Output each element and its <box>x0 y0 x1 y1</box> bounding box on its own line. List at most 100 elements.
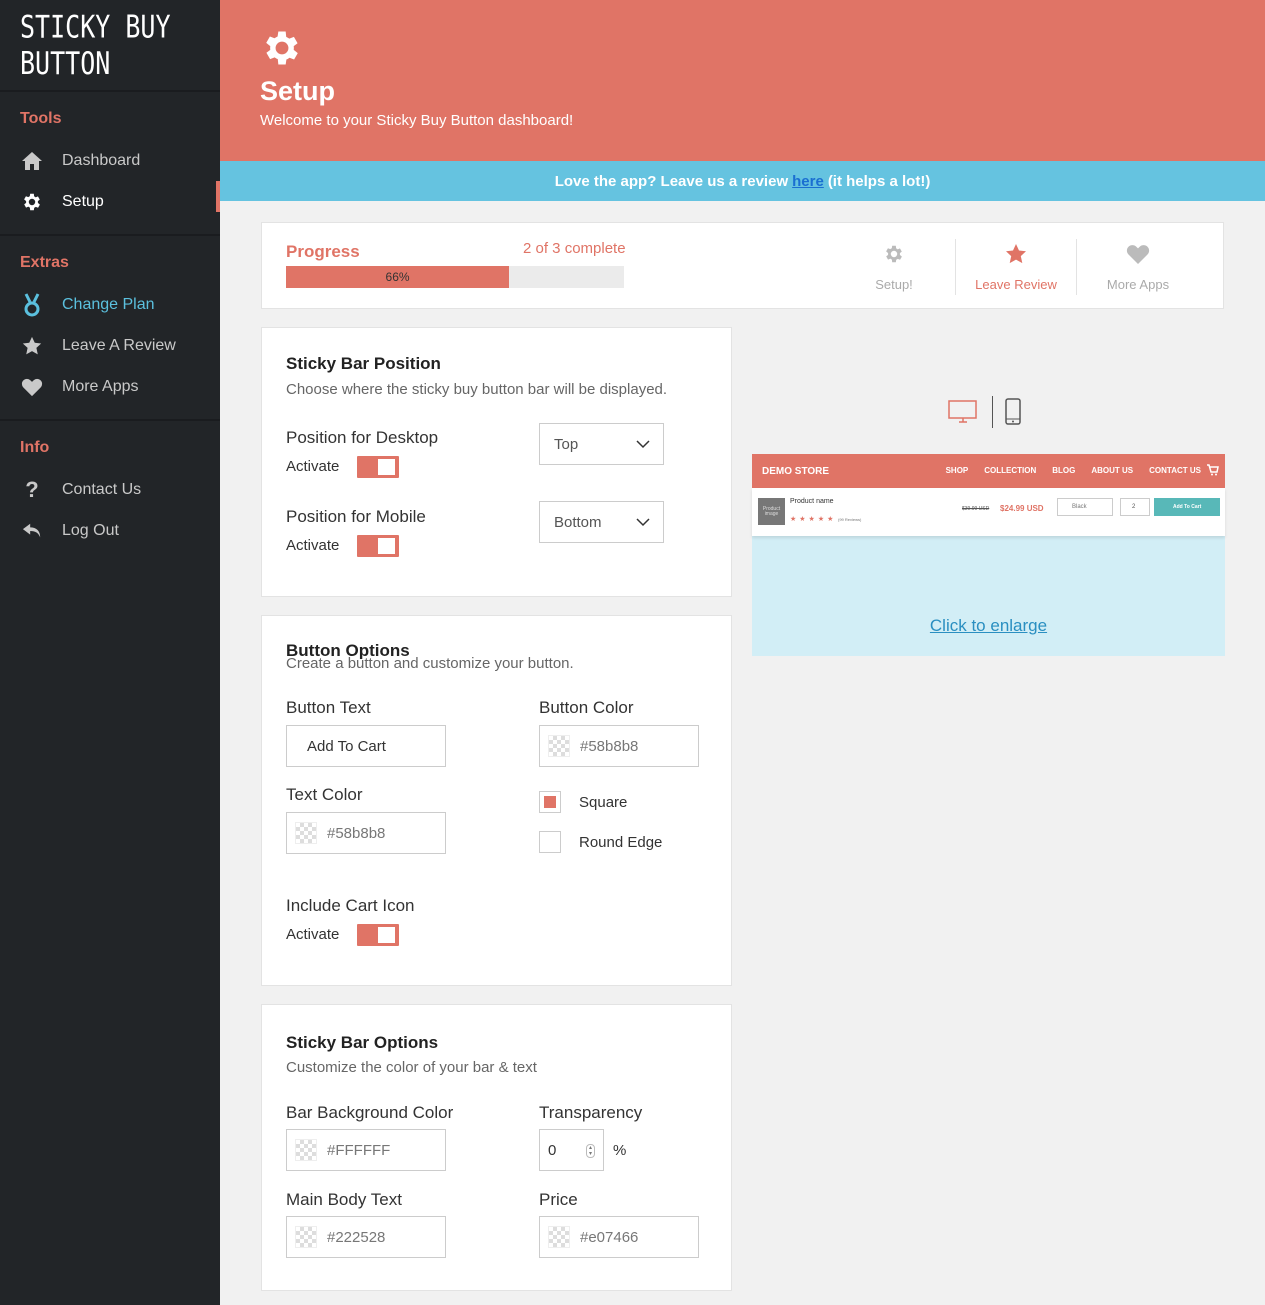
progress-bar: 66% <box>286 266 624 288</box>
select-value: Bottom <box>554 513 602 531</box>
step-more-apps[interactable]: More Apps <box>1078 239 1198 295</box>
price-label: Price <box>539 1190 578 1209</box>
page-header: Setup Welcome to your Sticky Buy Button … <box>220 0 1265 161</box>
sidebar-item-label: Dashboard <box>62 151 141 169</box>
percent-sign: % <box>613 1142 627 1159</box>
color-value: #e07466 <box>580 1228 639 1246</box>
color-value: #58b8b8 <box>580 737 639 755</box>
step-setup[interactable]: Setup! <box>834 239 954 295</box>
sidebar-item-label: Contact Us <box>62 480 142 498</box>
color-swatch[interactable] <box>548 735 570 757</box>
preview-panel[interactable]: DEMO STORE SHOP COLLECTION BLOG ABOUT US… <box>752 454 1225 656</box>
progress-fill: 66% <box>286 266 510 288</box>
demo-store-name: DEMO STORE <box>762 465 830 477</box>
sidebar-item-label: Setup <box>62 192 104 210</box>
demo-store-bar: DEMO STORE SHOP COLLECTION BLOG ABOUT US… <box>752 454 1225 488</box>
bar-options-panel: Sticky Bar Options Customize the color o… <box>261 1004 732 1291</box>
section-subtitle: Customize the color of your bar & text <box>286 1059 537 1076</box>
cart-icon-label: Include Cart Icon <box>286 896 415 915</box>
sidebar-item-more-apps[interactable]: More Apps <box>0 366 220 407</box>
sidebar-item-label: Change Plan <box>62 295 155 313</box>
desktop-icon[interactable] <box>948 400 978 429</box>
button-color-input[interactable]: #58b8b8 <box>539 725 699 767</box>
button-color-label: Button Color <box>539 698 634 717</box>
transparency-label: Transparency <box>539 1103 643 1122</box>
cart-icon-toggle[interactable] <box>357 924 399 946</box>
button-text-input[interactable]: Add To Cart <box>286 725 446 767</box>
step-label: Leave Review <box>975 277 1057 292</box>
progress-label: Progress <box>286 242 360 261</box>
color-swatch[interactable] <box>295 1226 317 1248</box>
activate-label: Activate <box>286 458 340 475</box>
activate-label: Activate <box>286 537 340 554</box>
button-options-panel: Button Options Create a button and custo… <box>261 615 732 986</box>
variant-select: Black <box>1057 498 1113 516</box>
select-value: Top <box>554 435 579 453</box>
sidebar-item-dashboard[interactable]: Dashboard <box>0 140 220 181</box>
page-subtitle: Welcome to your Sticky Buy Button dashbo… <box>260 112 574 129</box>
cart-icon <box>1207 464 1219 479</box>
square-checkbox[interactable] <box>539 791 561 813</box>
gear-icon <box>20 190 44 214</box>
transparency-input[interactable]: 0 ▴ ▾ <box>539 1129 604 1171</box>
product-thumbnail: Product image <box>758 498 785 525</box>
text-color-input[interactable]: #58b8b8 <box>286 812 446 854</box>
star-icon <box>20 334 44 358</box>
stepper-icon[interactable]: ▴ ▾ <box>586 1144 595 1158</box>
sidebar-item-change-plan[interactable]: Change Plan <box>0 284 220 325</box>
color-value: #222528 <box>327 1228 386 1246</box>
page-title: Setup <box>260 76 336 106</box>
demo-nav-item: SHOP <box>945 466 969 475</box>
gear-icon <box>834 239 954 269</box>
demo-product-row: Product image Product name ★★★★★ (99 Rev… <box>752 488 1225 536</box>
step-label: More Apps <box>1106 277 1170 292</box>
sidebar-item-label: Leave A Review <box>62 336 176 354</box>
bar-bg-input[interactable]: #FFFFFF <box>286 1129 446 1171</box>
sidebar-item-label: More Apps <box>62 377 139 395</box>
nav-section-info: Info ? Contact Us Log Out <box>0 421 220 563</box>
chevron-down-icon <box>635 436 651 456</box>
gear-icon <box>260 26 304 75</box>
nav-section-extras: Extras Change Plan Leave A Review More A… <box>0 236 220 421</box>
device-divider <box>992 396 993 428</box>
step-leave-review[interactable]: Leave Review <box>956 239 1076 295</box>
progress-count: 2 of 3 complete <box>523 240 626 257</box>
round-edge-checkbox[interactable] <box>539 831 561 853</box>
step-divider <box>1076 239 1077 295</box>
mobile-activate-toggle[interactable] <box>357 535 399 557</box>
chevron-down-icon <box>635 514 651 534</box>
device-toggle <box>948 396 1028 428</box>
enlarge-link[interactable]: Click to enlarge <box>752 616 1225 636</box>
activate-label: Activate <box>286 926 340 943</box>
position-panel: Sticky Bar Position Choose where the sti… <box>261 327 732 597</box>
review-banner-text: Love the app? Leave us a review <box>554 172 789 190</box>
sidebar: STICKY BUY BUTTON Tools Dashboard Setup … <box>0 0 220 1305</box>
color-swatch[interactable] <box>295 1139 317 1161</box>
sidebar-item-contact-us[interactable]: ? Contact Us <box>0 469 220 510</box>
number-value: 0 <box>548 1141 557 1159</box>
demo-nav-item: COLLECTION <box>984 466 1037 475</box>
review-link[interactable]: here <box>792 173 824 190</box>
progress-panel: Progress 2 of 3 complete 66% Setup! Leav… <box>261 222 1224 309</box>
demo-nav: SHOP COLLECTION BLOG ABOUT US CONTACT US <box>946 466 1201 475</box>
product-name: Product name <box>790 498 834 505</box>
color-swatch[interactable] <box>295 822 317 844</box>
sidebar-item-leave-review[interactable]: Leave A Review <box>0 325 220 366</box>
color-swatch[interactable] <box>548 1226 570 1248</box>
body-text-input[interactable]: #222528 <box>286 1216 446 1258</box>
sidebar-item-setup[interactable]: Setup <box>0 181 220 222</box>
app-logo[interactable]: STICKY BUY BUTTON <box>0 0 220 92</box>
nav-heading-info: Info <box>20 439 50 456</box>
section-title: Sticky Bar Position <box>286 354 441 373</box>
nav-section-tools: Tools Dashboard Setup <box>0 92 220 236</box>
price-input[interactable]: #e07466 <box>539 1216 699 1258</box>
desktop-position-select[interactable]: Top <box>539 423 664 465</box>
review-banner-suffix: (it helps a lot!) <box>827 172 931 190</box>
desktop-activate-toggle[interactable] <box>357 456 399 478</box>
square-label: Square <box>579 794 628 811</box>
bar-bg-label: Bar Background Color <box>286 1103 454 1122</box>
mobile-icon[interactable] <box>1005 398 1021 431</box>
sidebar-item-log-out[interactable]: Log Out <box>0 510 220 551</box>
mobile-position-select[interactable]: Bottom <box>539 501 664 543</box>
section-title: Sticky Bar Options <box>286 1033 439 1052</box>
